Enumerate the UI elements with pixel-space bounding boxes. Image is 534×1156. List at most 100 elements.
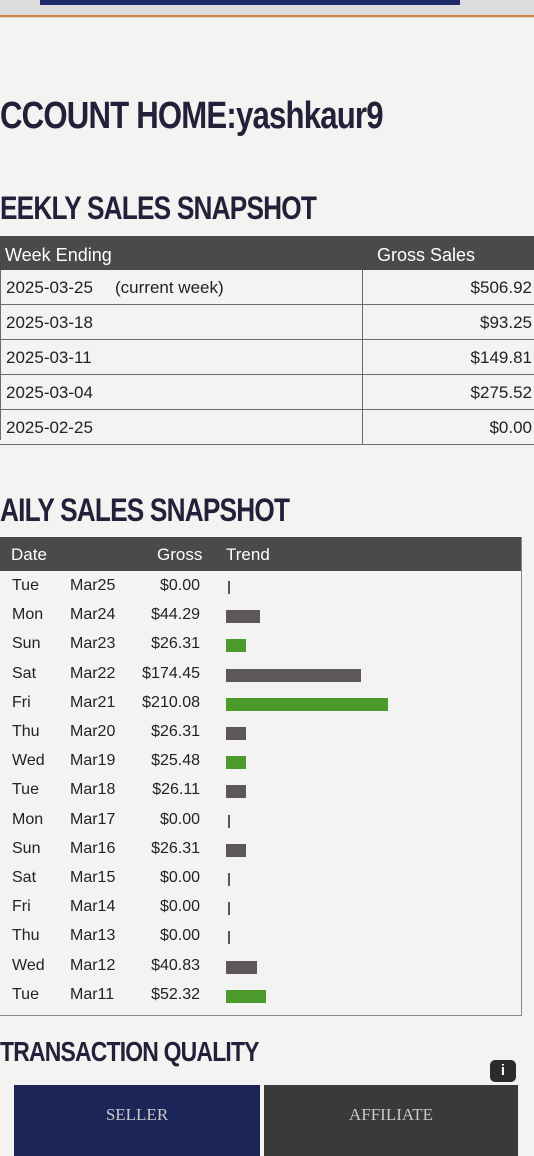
date-cell: Mar13 [70,927,116,945]
trend-bar [226,697,388,711]
day-cell: Fri [12,898,31,916]
trend-bar [228,931,230,945]
day-cell: Mon [12,606,44,624]
daily-row: Mon Mar17 $0.00 [0,807,520,835]
column-divider [362,305,363,339]
gross-cell: $174.45 [142,664,200,682]
date-header: Date [11,545,47,564]
daily-row: Wed Mar19 $25.48 [0,748,520,776]
transaction-quality-title: TRANSACTION QUALITY [0,1036,259,1067]
date-cell: Mar14 [70,898,116,916]
gross-sales-cell: $93.25 [480,313,532,332]
day-cell: Sun [12,839,41,857]
date-cell: Mar23 [70,635,116,653]
accent-line [0,15,534,17]
date-cell: Mar25 [70,577,116,594]
gross-cell: $0.00 [159,869,200,886]
weekly-row: 2025-02-25 $0.00 [0,410,534,445]
date-cell: Mar18 [70,781,116,799]
gross-cell: $0.00 [159,810,200,828]
weekly-table-header: Week Ending Gross Sales [0,236,534,270]
date-cell: Mar16 [70,839,116,857]
gross-cell: $210.08 [142,693,200,711]
date-cell: Mar21 [70,693,116,711]
gross-sales-cell: $275.52 [470,383,532,402]
date-cell: Mar20 [70,723,116,740]
daily-table-header: Date Gross Trend [0,537,521,571]
trend-bar [226,989,267,1003]
column-divider [362,270,363,304]
column-divider [362,375,363,409]
weekly-sales-table: Week Ending Gross Sales 2025-03-25 (curr… [0,236,534,445]
daily-row: Sat Mar15 $0.00 [0,865,520,893]
table-left-border [0,270,1,440]
gross-sales-header: Gross Sales [377,245,476,265]
trend-bar [226,639,247,653]
trend-bar [226,727,247,740]
weekly-row: 2025-03-25 (current week) $506.92 [0,270,534,305]
gross-cell: $25.48 [151,752,200,770]
daily-row: Fri Mar21 $210.08 [0,690,520,718]
trend-bar [226,668,361,682]
nav-bar-edge [40,0,460,5]
info-icon[interactable]: i [490,1060,516,1082]
day-cell: Mon [12,810,44,828]
week-ending-cell: 2025-02-25 [6,418,93,437]
tab-seller[interactable]: SELLER [14,1085,260,1156]
gross-cell: $0.00 [159,927,200,945]
column-divider [362,410,363,444]
week-ending-cell: 2025-03-25 [6,278,93,297]
day-cell: Tue [12,781,39,799]
day-cell: Thu [12,927,40,945]
day-cell: Sat [12,869,37,886]
daily-row: Tue Mar11 $52.32 [0,982,520,1010]
day-cell: Wed [12,752,45,770]
trend-bar [228,873,230,886]
top-nav-strip [0,0,534,18]
gross-cell: $26.31 [151,839,200,857]
gross-cell: $0.00 [159,577,200,594]
date-cell: Mar17 [70,810,116,828]
gross-sales-cell: $506.92 [470,278,532,297]
current-week-note: (current week) [115,278,224,297]
trend-header: Trend [226,545,270,564]
trend-bar [226,785,247,799]
daily-row: Tue Mar18 $26.11 [0,777,520,805]
daily-row: Thu Mar20 $26.31 [0,719,520,747]
day-cell: Fri [12,693,31,711]
week-ending-cell: 2025-03-04 [6,383,93,402]
week-ending-cell: 2025-03-18 [6,313,93,332]
gross-sales-cell: $0.00 [489,418,532,437]
day-cell: Thu [12,723,40,740]
week-ending-cell: 2025-03-11 [6,348,92,367]
page-title: CCOUNT HOME:yashkaur9 [0,95,384,137]
day-cell: Tue [12,577,39,594]
date-cell: Mar19 [70,752,116,770]
date-cell: Mar15 [70,869,116,886]
daily-row: Wed Mar12 $40.83 [0,953,520,981]
date-cell: Mar24 [70,606,116,624]
daily-row: Fri Mar14 $0.00 [0,894,520,922]
day-cell: Sun [12,635,41,653]
tab-affiliate[interactable]: AFFILIATE [264,1085,518,1156]
week-ending-header: Week Ending [5,245,112,265]
gross-header: Gross [157,545,203,564]
day-cell: Wed [12,956,45,974]
trend-bar [228,814,230,828]
day-cell: Sat [12,664,37,682]
gross-cell: $0.00 [159,898,200,916]
trend-bar [226,960,258,974]
daily-sales-title: AILY SALES SNAPSHOT [0,492,290,528]
daily-row: Sat Mar22 $174.45 [0,661,520,689]
day-cell: Tue [12,985,39,1003]
daily-row: Thu Mar13 $0.00 [0,923,520,951]
date-cell: Mar11 [70,985,115,1003]
trend-bar [226,756,246,770]
gross-cell: $26.31 [151,723,200,740]
daily-row: Sun Mar16 $26.31 [0,836,520,864]
daily-row: Tue Mar25 $0.00 [0,573,520,601]
trend-bar [228,902,230,916]
gross-sales-cell: $149.81 [470,348,532,367]
gross-cell: $26.11 [152,781,200,799]
weekly-row: 2025-03-11 $149.81 [0,340,534,375]
